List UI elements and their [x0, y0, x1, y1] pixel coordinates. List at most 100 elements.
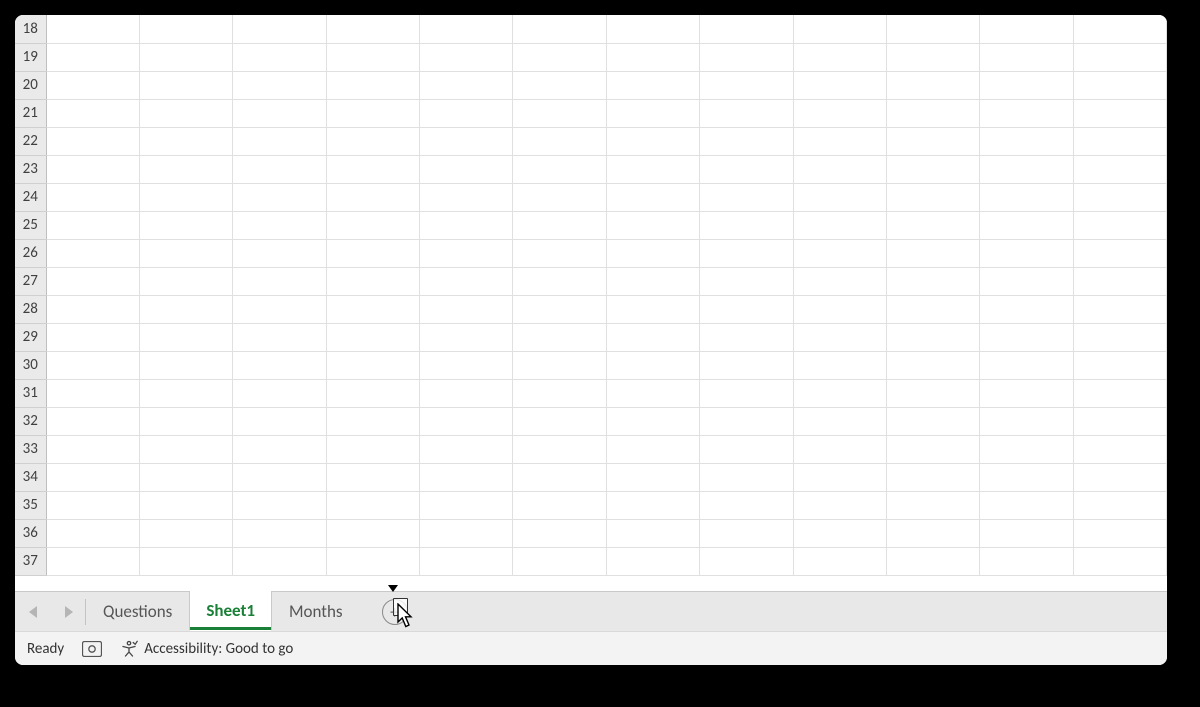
cell[interactable]	[700, 463, 793, 491]
cell[interactable]	[46, 239, 139, 267]
cell[interactable]	[513, 239, 606, 267]
cell[interactable]	[420, 15, 513, 43]
cell[interactable]	[420, 71, 513, 99]
spreadsheet-grid[interactable]: 1819202122232425262728293031323334353637	[15, 15, 1167, 591]
cell[interactable]	[46, 183, 139, 211]
cell[interactable]	[1073, 183, 1166, 211]
cell[interactable]	[886, 379, 979, 407]
chevron-left-icon[interactable]	[29, 606, 37, 618]
row-header[interactable]: 33	[15, 435, 46, 463]
cell[interactable]	[233, 351, 326, 379]
cell[interactable]	[420, 267, 513, 295]
cell[interactable]	[1073, 547, 1166, 575]
cell[interactable]	[513, 547, 606, 575]
cell[interactable]	[606, 407, 699, 435]
cell[interactable]	[793, 491, 886, 519]
cell[interactable]	[980, 71, 1073, 99]
cell[interactable]	[793, 267, 886, 295]
cell[interactable]	[980, 99, 1073, 127]
cell[interactable]	[233, 15, 326, 43]
cell[interactable]	[1073, 155, 1166, 183]
cell[interactable]	[139, 435, 232, 463]
cell[interactable]	[886, 519, 979, 547]
cell[interactable]	[326, 183, 419, 211]
cell[interactable]	[420, 435, 513, 463]
cell[interactable]	[139, 127, 232, 155]
cell[interactable]	[793, 435, 886, 463]
cell[interactable]	[1073, 211, 1166, 239]
cell[interactable]	[980, 127, 1073, 155]
macro-record-icon[interactable]	[82, 641, 102, 657]
row-header[interactable]: 27	[15, 267, 46, 295]
cell[interactable]	[233, 155, 326, 183]
cell[interactable]	[420, 407, 513, 435]
cell[interactable]	[793, 239, 886, 267]
cell[interactable]	[793, 379, 886, 407]
cell[interactable]	[980, 407, 1073, 435]
cell[interactable]	[886, 99, 979, 127]
cell[interactable]	[420, 519, 513, 547]
cell[interactable]	[606, 379, 699, 407]
cell[interactable]	[420, 127, 513, 155]
cell[interactable]	[886, 407, 979, 435]
cell[interactable]	[980, 463, 1073, 491]
accessibility-status[interactable]: Accessibility: Good to go	[120, 640, 293, 658]
cell[interactable]	[420, 239, 513, 267]
row-header[interactable]: 18	[15, 15, 46, 43]
cell[interactable]	[793, 127, 886, 155]
cell[interactable]	[606, 155, 699, 183]
cell[interactable]	[980, 491, 1073, 519]
cell[interactable]	[793, 99, 886, 127]
cell[interactable]	[1073, 351, 1166, 379]
cell[interactable]	[980, 351, 1073, 379]
cell[interactable]	[606, 15, 699, 43]
row-header[interactable]: 21	[15, 99, 46, 127]
cell[interactable]	[46, 15, 139, 43]
cell[interactable]	[139, 407, 232, 435]
cell[interactable]	[606, 267, 699, 295]
cell[interactable]	[46, 407, 139, 435]
cell[interactable]	[513, 127, 606, 155]
row-header[interactable]: 35	[15, 491, 46, 519]
cell[interactable]	[420, 155, 513, 183]
cell[interactable]	[1073, 407, 1166, 435]
cell[interactable]	[1073, 491, 1166, 519]
cell[interactable]	[886, 295, 979, 323]
cell[interactable]	[513, 183, 606, 211]
row-header[interactable]: 22	[15, 127, 46, 155]
cell[interactable]	[420, 379, 513, 407]
row-header[interactable]: 24	[15, 183, 46, 211]
cell[interactable]	[700, 351, 793, 379]
cell[interactable]	[793, 463, 886, 491]
cell[interactable]	[700, 15, 793, 43]
cell[interactable]	[1073, 267, 1166, 295]
sheet-tab-months[interactable]: Months	[272, 591, 360, 631]
cell[interactable]	[1073, 15, 1166, 43]
cell[interactable]	[233, 491, 326, 519]
cell[interactable]	[420, 99, 513, 127]
cell[interactable]	[139, 463, 232, 491]
cell[interactable]	[233, 463, 326, 491]
cell[interactable]	[139, 15, 232, 43]
cell[interactable]	[886, 323, 979, 351]
cell[interactable]	[793, 211, 886, 239]
cell[interactable]	[606, 547, 699, 575]
cell[interactable]	[793, 71, 886, 99]
cell[interactable]	[233, 211, 326, 239]
cell[interactable]	[886, 211, 979, 239]
cell[interactable]	[1073, 379, 1166, 407]
cell[interactable]	[980, 43, 1073, 71]
cell[interactable]	[886, 239, 979, 267]
cell[interactable]	[139, 491, 232, 519]
cell[interactable]	[139, 323, 232, 351]
cell[interactable]	[606, 43, 699, 71]
cell[interactable]	[980, 239, 1073, 267]
cell[interactable]	[420, 183, 513, 211]
cell[interactable]	[886, 491, 979, 519]
cell[interactable]	[700, 155, 793, 183]
row-header[interactable]: 25	[15, 211, 46, 239]
cell[interactable]	[233, 71, 326, 99]
cell[interactable]	[513, 351, 606, 379]
cell[interactable]	[420, 295, 513, 323]
cell[interactable]	[513, 407, 606, 435]
